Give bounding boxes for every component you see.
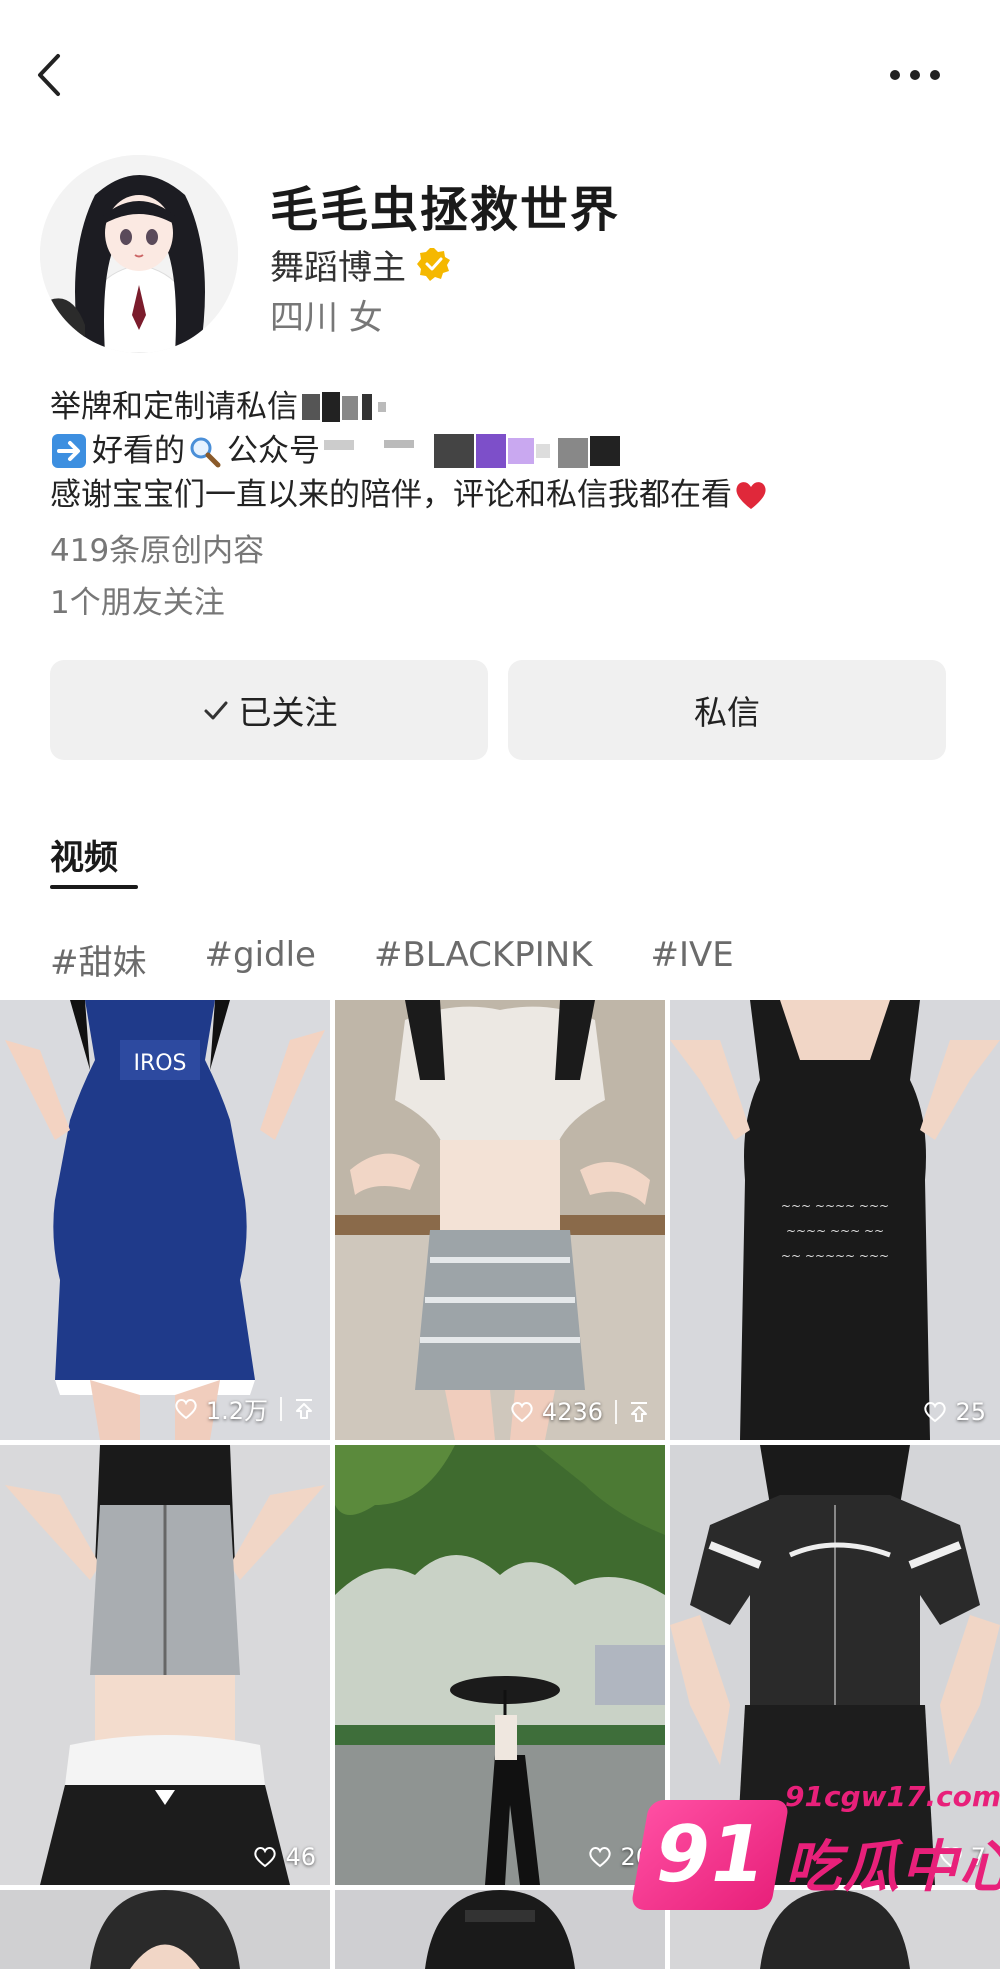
following-button-label: 已关注 [238,693,338,732]
profile-location: 四川 女 [270,298,383,338]
heart-outline-icon [924,1402,947,1423]
tag-chip[interactable]: #BLACKPINK [374,935,593,984]
video-thumbnail[interactable]: ~~~ ~~~~ ~~~ ~~~~ ~~~ ~~ ~~ ~~~~~ ~~~ 25 [670,1000,1000,1440]
video-stats: 1.2万 [174,1391,316,1426]
red-heart-icon [732,476,770,514]
redacted-mosaic [324,434,624,468]
profile-name: 毛毛虫拯救世界 [270,182,621,238]
watermark-url: 91cgw17.com [785,1780,1000,1813]
svg-text:~~~ ~~~~ ~~~: ~~~ ~~~~ ~~~ [781,1199,889,1213]
video-thumbnail[interactable]: IROS 1.2万 [0,1000,330,1440]
bio-line-1: 举牌和定制请私信 [50,385,950,429]
role-row: 舞蹈博主 [270,242,452,288]
following-button[interactable]: 已关注 [50,660,488,760]
watermark-logo: 91 91cgw17.com 吃瓜中心 [630,1772,1000,1922]
video-like-count: 46 [285,1843,316,1871]
heart-outline-icon [589,1847,612,1868]
magnifier-icon [185,432,223,470]
video-like-count: 25 [955,1398,986,1426]
bio: 举牌和定制请私信 好看的 公众号 感谢宝宝们一直以来的陪伴，评论和私信我都在看 [50,385,950,517]
video-thumbnail[interactable] [335,1890,665,1969]
redacted-mosaic [302,390,412,424]
tag-chip[interactable]: #甜妹 [50,935,147,984]
bio-text-2b: 公众号 [227,433,320,469]
tag-chip[interactable]: #IVE [650,935,733,984]
heart-outline-icon [175,1398,197,1419]
tag-filter-row: #甜妹 #gidle #BLACKPINK #IVE [50,935,792,984]
video-stats: 46 [253,1843,316,1871]
back-icon[interactable] [30,50,70,100]
video-like-count: 1.2万 [205,1397,268,1425]
top-bar [0,0,1000,150]
bio-line-3: 感谢宝宝们一直以来的陪伴，评论和私信我都在看 [50,473,950,517]
tab-active-indicator [50,885,138,889]
video-thumbnail[interactable] [0,1890,330,1969]
video-thumbnail[interactable]: 4236 [335,1000,665,1440]
profile-role: 舞蹈博主 [270,247,406,288]
more-options-icon[interactable] [885,55,945,95]
video-like-count: 4236 [541,1398,603,1426]
video-thumbnail[interactable]: 46 [0,1445,330,1885]
bio-text-2a: 好看的 [92,433,185,469]
tab-videos[interactable]: 视频 [50,830,118,879]
svg-text:IROS: IROS [133,1051,186,1076]
message-button-label: 私信 [694,693,760,732]
svg-text:~~~~ ~~~ ~~: ~~~~ ~~~ ~~ [786,1224,884,1238]
pin-top-icon [280,1396,312,1421]
bio-line-2: 好看的 公众号 [50,429,950,473]
original-content-count: 419条原创内容 [50,533,265,569]
video-thumbnail[interactable]: 20 [335,1445,665,1885]
watermark-text: 吃瓜中心 [785,1835,1000,1900]
svg-text:~~ ~~~~~ ~~~: ~~ ~~~~~ ~~~ [781,1249,889,1263]
friends-following-count[interactable]: 1个朋友关注 [50,577,225,622]
pin-top-icon [615,1400,647,1424]
bio-text-3: 感谢宝宝们一直以来的陪伴，评论和私信我都在看 [50,477,732,513]
arrow-right-icon [50,432,88,470]
heart-outline-icon [254,1847,277,1868]
message-button[interactable]: 私信 [508,660,946,760]
heart-outline-icon [511,1402,533,1423]
tag-chip[interactable]: #gidle [205,935,316,984]
bio-text-1: 举牌和定制请私信 [50,389,298,425]
verified-badge-icon [416,246,452,282]
video-stats: 25 [923,1398,986,1426]
video-stats: 4236 [510,1398,651,1426]
check-icon [204,701,227,720]
watermark-badge: 91 [630,1800,790,1910]
avatar[interactable] [40,155,238,353]
